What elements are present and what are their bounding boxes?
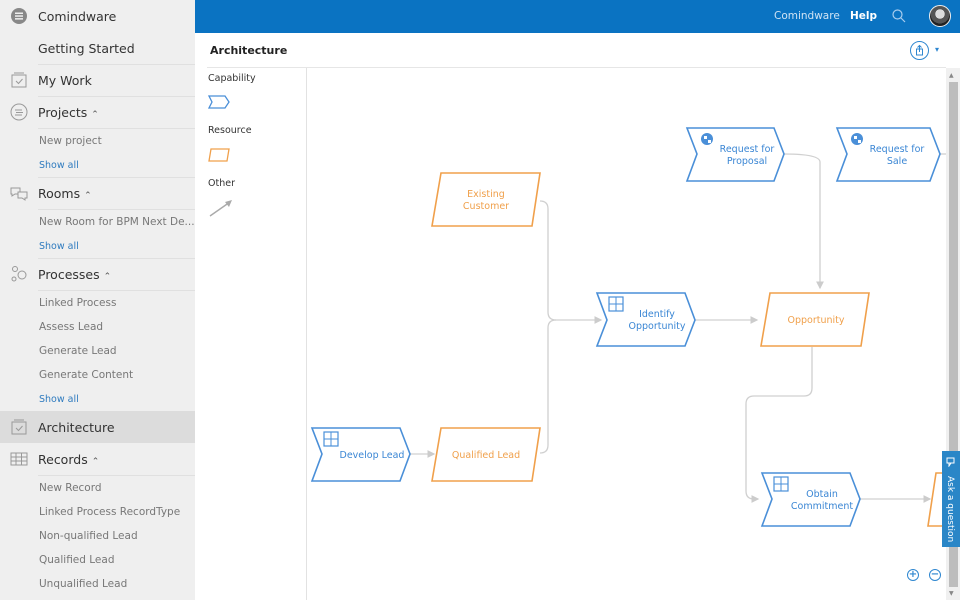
sidebar: Comindware Getting Started My Work Proje… — [0, 0, 195, 600]
projects-icon — [10, 103, 28, 121]
ask-question-label: Ask a question — [945, 476, 955, 543]
menu-icon — [11, 8, 27, 24]
rooms-label: Rooms ⌃ — [38, 185, 92, 201]
process-item[interactable]: Linked Process — [39, 297, 116, 309]
record-item[interactable]: Non-qualified Lead — [39, 530, 138, 542]
scroll-down-arrow-icon[interactable]: ▼ — [949, 590, 954, 597]
ask-question-button[interactable]: Ask a question — [942, 451, 960, 547]
room-item[interactable]: New Room for BPM Next De... — [39, 216, 195, 228]
connector-arrow-icon[interactable] — [208, 198, 234, 218]
sidebar-item-records[interactable]: Records ⌃ — [0, 443, 195, 475]
architecture-label: Architecture — [38, 419, 115, 435]
connector[interactable] — [539, 319, 557, 454]
brand-label: Comindware — [38, 8, 117, 24]
node-request-for-sale[interactable]: Request for Sale — [835, 127, 941, 182]
app-root: Comindware Getting Started My Work Proje… — [0, 0, 960, 600]
my-work-label: My Work — [38, 72, 92, 88]
collapse-caret-icon[interactable]: ⌃ — [84, 191, 92, 201]
record-item[interactable]: Unqualified Lead — [39, 578, 127, 590]
connector[interactable] — [539, 200, 603, 324]
topbar-brand-link[interactable]: Comindware — [774, 10, 840, 22]
zoom-in-button[interactable]: + — [907, 569, 919, 581]
projects-show-all-link[interactable]: Show all — [39, 160, 79, 171]
collapse-caret-icon[interactable]: ⌃ — [91, 110, 99, 120]
collapse-caret-icon[interactable]: ⌃ — [104, 272, 112, 282]
node-opportunity[interactable]: Opportunity — [760, 292, 870, 347]
share-dropdown-caret-icon[interactable]: ▾ — [935, 45, 939, 54]
node-existing-customer[interactable]: Existing Customer — [431, 172, 541, 227]
search-icon[interactable] — [892, 9, 906, 23]
scroll-up-arrow-icon[interactable]: ▲ — [949, 72, 954, 79]
divider — [38, 128, 195, 129]
sidebar-item-my-work[interactable]: My Work — [0, 64, 195, 96]
share-button[interactable] — [910, 41, 929, 60]
records-table-icon — [10, 452, 28, 466]
processes-label: Processes ⌃ — [38, 266, 112, 282]
diagram-canvas[interactable]: Request for Proposal Request for Sale Ex… — [308, 68, 946, 600]
node-request-for-proposal[interactable]: Request for Proposal — [685, 127, 785, 182]
sidebar-item-processes[interactable]: Processes ⌃ — [0, 258, 195, 290]
divider — [38, 209, 195, 210]
capability-shape-icon[interactable] — [208, 95, 230, 109]
node-label: Develop Lead — [340, 450, 405, 461]
node-label: Request for — [720, 144, 775, 155]
page-header: Architecture ▾ — [195, 33, 960, 68]
chat-bubble-icon — [946, 457, 955, 467]
palette-label-resource: Resource — [208, 125, 252, 136]
projects-label: Projects ⌃ — [38, 104, 99, 120]
process-item[interactable]: Generate Content — [39, 369, 133, 381]
divider — [38, 290, 195, 291]
node-label: Proposal — [727, 156, 767, 167]
user-avatar[interactable] — [929, 5, 951, 27]
architecture-icon — [11, 419, 27, 435]
node-identify-opportunity[interactable]: Identify Opportunity — [595, 292, 696, 347]
rooms-show-all-link[interactable]: Show all — [39, 241, 79, 252]
records-label: Records ⌃ — [38, 451, 100, 467]
node-label: Identify — [639, 309, 675, 320]
node-obtain-commitment[interactable]: Obtain Commitment — [760, 472, 861, 527]
node-label: Qualified Lead — [452, 450, 520, 461]
node-qualified-lead[interactable]: Qualified Lead — [431, 427, 541, 482]
record-item[interactable]: Qualified Lead — [39, 554, 115, 566]
sidebar-item-architecture[interactable]: Architecture — [0, 411, 195, 443]
shape-palette: Capability Resource Other — [195, 68, 307, 600]
top-bar: Comindware Help — [195, 0, 960, 33]
rooms-chat-icon — [10, 187, 28, 201]
zoom-out-button[interactable]: − — [929, 569, 941, 581]
project-item[interactable]: New project — [39, 135, 102, 147]
processes-show-all-link[interactable]: Show all — [39, 394, 79, 405]
node-label: Request for — [870, 144, 925, 155]
sidebar-item-rooms[interactable]: Rooms ⌃ — [0, 177, 195, 209]
node-label: Opportunity — [787, 315, 844, 326]
getting-started-label: Getting Started — [38, 40, 135, 56]
process-item[interactable]: Generate Lead — [39, 345, 117, 357]
sidebar-item-getting-started[interactable]: Getting Started — [0, 32, 195, 64]
help-link[interactable]: Help — [850, 10, 877, 22]
node-label: Customer — [463, 201, 509, 212]
connector[interactable] — [783, 153, 824, 290]
node-label: Existing — [467, 189, 505, 200]
diagram-svg: Request for Proposal Request for Sale Ex… — [310, 127, 946, 527]
record-item[interactable]: Linked Process RecordType — [39, 506, 180, 518]
process-item[interactable]: Assess Lead — [39, 321, 103, 333]
palette-label-other: Other — [208, 178, 235, 189]
page-title: Architecture — [210, 44, 288, 57]
sidebar-item-projects[interactable]: Projects ⌃ — [0, 96, 195, 128]
node-label: Commitment — [791, 501, 853, 512]
node-label: Obtain — [806, 489, 838, 500]
palette-label-capability: Capability — [208, 73, 256, 84]
node-label: Opportunity — [628, 321, 685, 332]
collapse-caret-icon[interactable]: ⌃ — [92, 457, 100, 467]
node-label: Sale — [887, 156, 907, 167]
sidebar-brand[interactable]: Comindware — [0, 0, 195, 32]
processes-icon — [11, 266, 27, 282]
divider — [38, 475, 195, 476]
share-upload-icon — [916, 44, 923, 56]
inbox-check-icon — [11, 72, 27, 88]
node-develop-lead[interactable]: Develop Lead — [310, 427, 411, 482]
resource-shape-icon[interactable] — [208, 148, 230, 162]
record-item[interactable]: New Record — [39, 482, 102, 494]
